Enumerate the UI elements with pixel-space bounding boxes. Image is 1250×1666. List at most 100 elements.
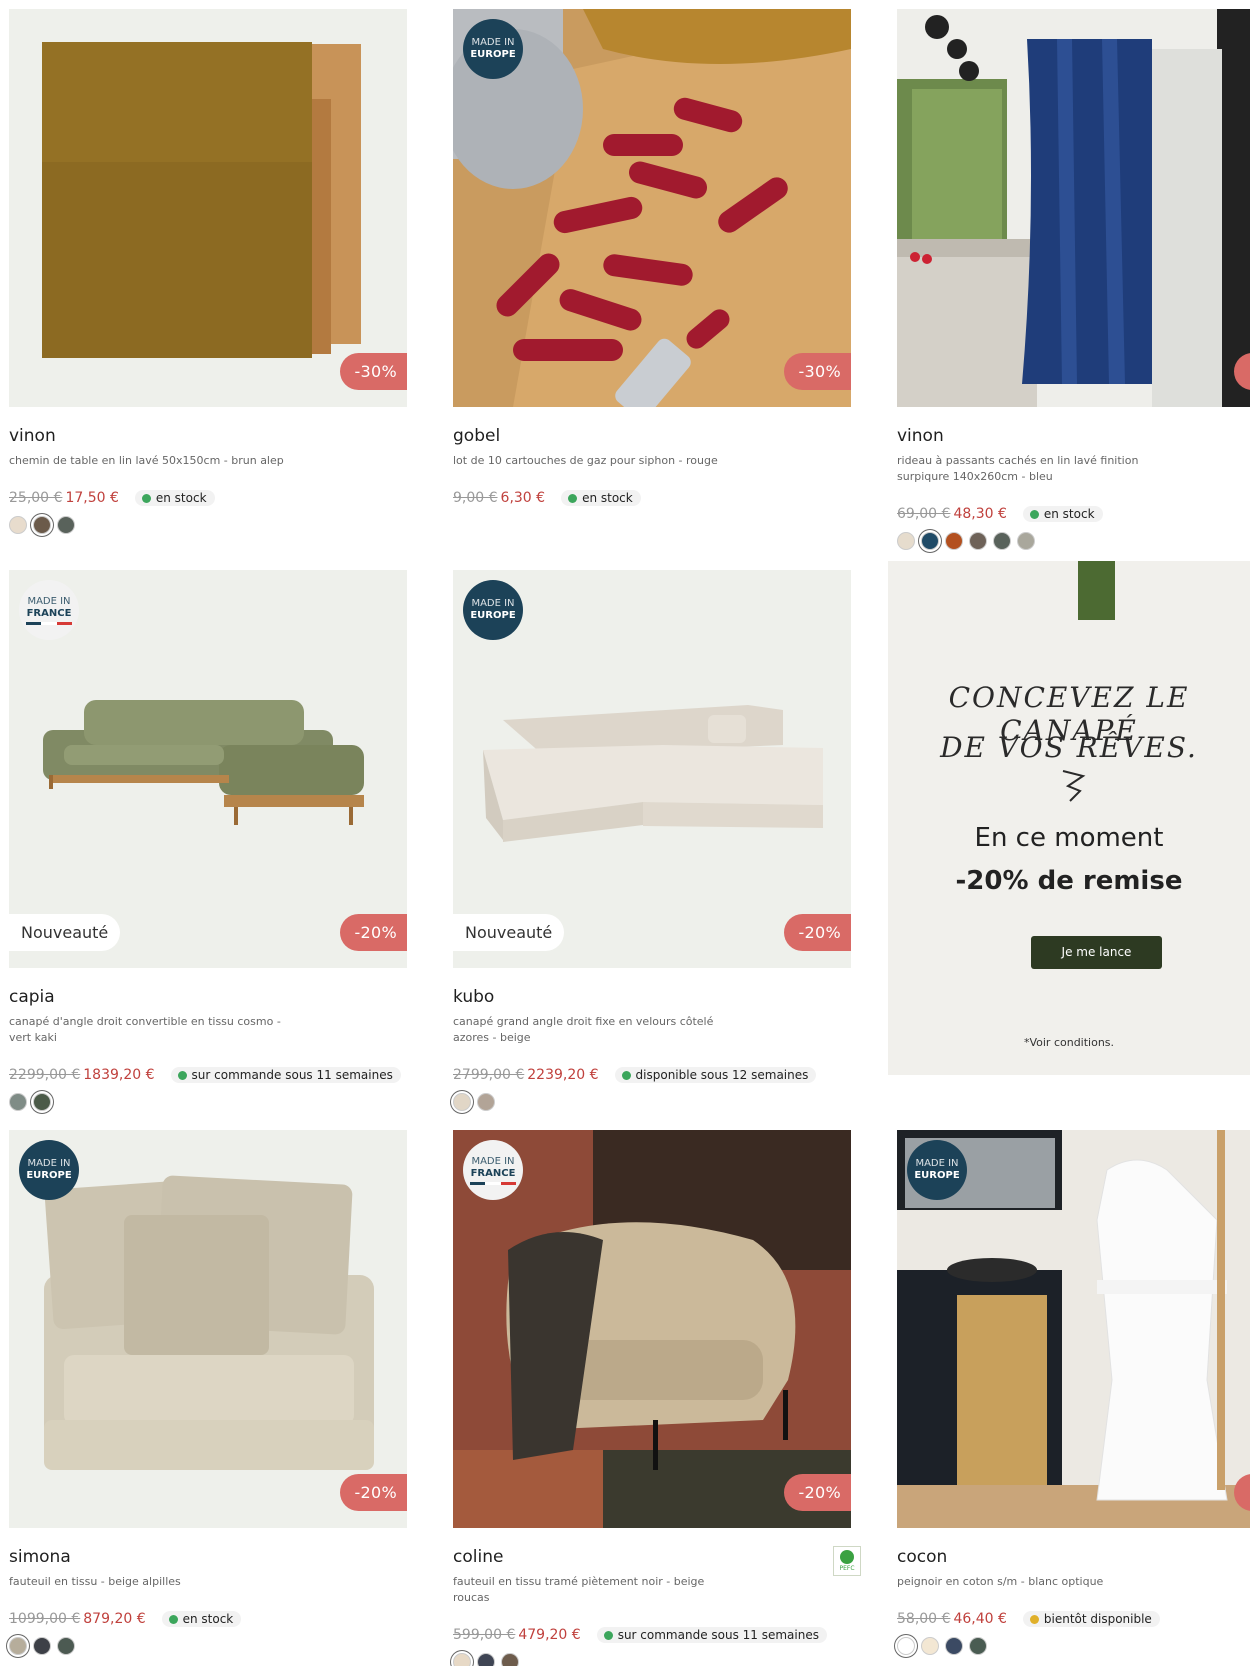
color-swatch[interactable]	[33, 1637, 51, 1655]
color-swatch[interactable]	[897, 1637, 915, 1655]
stock-badge: en stock	[561, 490, 641, 506]
sale-price: 879,20 €	[83, 1611, 146, 1627]
made-region-label: EUROPE	[470, 610, 516, 621]
discount-badge: -30%	[784, 353, 851, 390]
color-swatches	[9, 1637, 75, 1655]
color-swatch[interactable]	[945, 1637, 963, 1655]
color-swatch[interactable]	[501, 1653, 519, 1666]
stock-dot-icon	[168, 1614, 178, 1624]
made-in-france-badge: MADE IN FRANCE	[19, 580, 79, 640]
product-name[interactable]: gobel	[453, 426, 500, 446]
color-swatch[interactable]	[477, 1653, 495, 1666]
product-image[interactable]: MADE IN FRANCE Nouveauté -20%	[9, 570, 407, 968]
product-name[interactable]: vinon	[897, 426, 944, 446]
product-name[interactable]: vinon	[9, 426, 56, 446]
product-name[interactable]: capia	[9, 987, 55, 1007]
product-name[interactable]: cocon	[897, 1547, 947, 1567]
made-in-label: MADE IN	[27, 1158, 71, 1169]
old-price: 599,00 €	[453, 1627, 516, 1643]
color-swatch[interactable]	[477, 1093, 495, 1111]
product-image[interactable]: -30%	[9, 9, 407, 407]
pefc-label-icon: PEFC	[833, 1546, 861, 1576]
stock-badge: bientôt disponible	[1022, 1611, 1160, 1627]
color-swatch[interactable]	[33, 516, 51, 534]
discount-badge: -20%	[340, 1474, 407, 1511]
product-image[interactable]: MADE IN EUROPE -30%	[453, 9, 851, 407]
color-swatch[interactable]	[969, 532, 987, 550]
sale-price: 46,40 €	[953, 1611, 1007, 1627]
promo-subtitle: En ce moment	[974, 823, 1164, 853]
made-region-label: FRANCE	[470, 1167, 516, 1179]
promo-headline-line2: DE VOS RÊVES.	[940, 731, 1198, 764]
price-row: 25,00 € 17,50 € en stock	[9, 488, 215, 508]
product-description: lot de 10 cartouches de gaz pour siphon …	[453, 454, 718, 467]
color-swatch[interactable]	[1017, 532, 1035, 550]
color-swatch[interactable]	[33, 1093, 51, 1111]
color-swatch[interactable]	[453, 1093, 471, 1111]
stock-dot-icon	[1029, 1614, 1039, 1624]
color-swatch[interactable]	[945, 532, 963, 550]
color-swatch[interactable]	[897, 532, 915, 550]
product-image[interactable]: MADE IN EUROPE -20%	[9, 1130, 407, 1528]
stock-dot-icon	[568, 493, 578, 503]
made-region-label: FRANCE	[26, 607, 72, 619]
color-swatch[interactable]	[993, 532, 1011, 550]
color-swatch[interactable]	[9, 516, 27, 534]
old-price: 2799,00 €	[453, 1067, 525, 1083]
made-region-label: EUROPE	[470, 49, 516, 60]
stock-badge: en stock	[1022, 506, 1103, 522]
color-swatch[interactable]	[969, 1637, 987, 1655]
product-description: fauteuil en tissu - beige alpilles	[9, 1575, 181, 1588]
stock-dot-icon	[177, 1070, 187, 1080]
curtain-photo	[897, 9, 1250, 407]
made-in-europe-badge: MADE IN EUROPE	[907, 1140, 967, 1200]
product-description: rideau à passants cachés en lin lavé fin…	[897, 454, 1139, 483]
sale-price: 6,30 €	[500, 490, 546, 506]
promo-conditions-link[interactable]: *Voir conditions.	[888, 1036, 1250, 1049]
product-image[interactable]: MADE IN EUROPE Nouveauté -20%	[453, 570, 851, 968]
color-swatch[interactable]	[921, 532, 939, 550]
stock-label: bientôt disponible	[1043, 1612, 1152, 1626]
made-in-label: MADE IN	[27, 595, 71, 607]
pefc-label: PEFC	[839, 1565, 855, 1572]
color-swatch[interactable]	[453, 1653, 471, 1666]
sale-price: 479,20 €	[518, 1627, 581, 1643]
stock-label: en stock	[582, 491, 633, 505]
color-swatch[interactable]	[57, 1637, 75, 1655]
product-description: peignoir en coton s/m - blanc optique	[897, 1575, 1104, 1588]
price-row: 69,00 € 48,30 € en stock	[897, 504, 1103, 524]
lightning-doodle-icon	[1062, 770, 1086, 802]
stock-label: sur commande sous 11 semaines	[617, 1628, 819, 1642]
product-name[interactable]: coline	[453, 1547, 503, 1567]
discount-badge: -20%	[340, 914, 407, 951]
promo-discount: -20% de remise	[955, 866, 1183, 896]
price-row: 2299,00 € 1839,20 € sur commande sous 11…	[9, 1065, 401, 1085]
made-in-label: MADE IN	[471, 1155, 515, 1167]
discount-badge: -20%	[784, 914, 851, 951]
color-swatch[interactable]	[9, 1637, 27, 1655]
old-price: 58,00 €	[897, 1611, 951, 1627]
color-swatch[interactable]	[57, 516, 75, 534]
price-row: 1099,00 € 879,20 € en stock	[9, 1609, 242, 1629]
product-name[interactable]: kubo	[453, 987, 494, 1007]
sale-price: 1839,20 €	[83, 1067, 155, 1083]
product-image[interactable]: MADE IN EUROPE	[897, 1130, 1250, 1528]
discount-badge: -20%	[784, 1474, 851, 1511]
made-in-europe-badge: MADE IN EUROPE	[463, 580, 523, 640]
product-image[interactable]	[897, 9, 1250, 407]
product-image[interactable]: MADE IN FRANCE -20%	[453, 1130, 851, 1528]
promo-cta-button[interactable]: Je me lance	[1031, 936, 1162, 969]
color-swatch[interactable]	[9, 1093, 27, 1111]
made-in-label: MADE IN	[915, 1158, 959, 1169]
color-swatches	[9, 1093, 51, 1111]
promo-banner[interactable]: CONCEVEZ LE CANAPÉ DE VOS RÊVES. En ce m…	[888, 561, 1250, 1075]
stock-dot-icon	[621, 1070, 631, 1080]
stock-label: sur commande sous 11 semaines	[191, 1068, 393, 1082]
stock-label: en stock	[155, 491, 207, 505]
color-swatch[interactable]	[921, 1637, 939, 1655]
made-in-france-badge: MADE IN FRANCE	[463, 1140, 523, 1200]
made-region-label: EUROPE	[914, 1170, 960, 1181]
stock-label: disponible sous 12 semaines	[635, 1068, 809, 1082]
product-name[interactable]: simona	[9, 1547, 71, 1567]
french-flag-icon	[26, 621, 72, 625]
